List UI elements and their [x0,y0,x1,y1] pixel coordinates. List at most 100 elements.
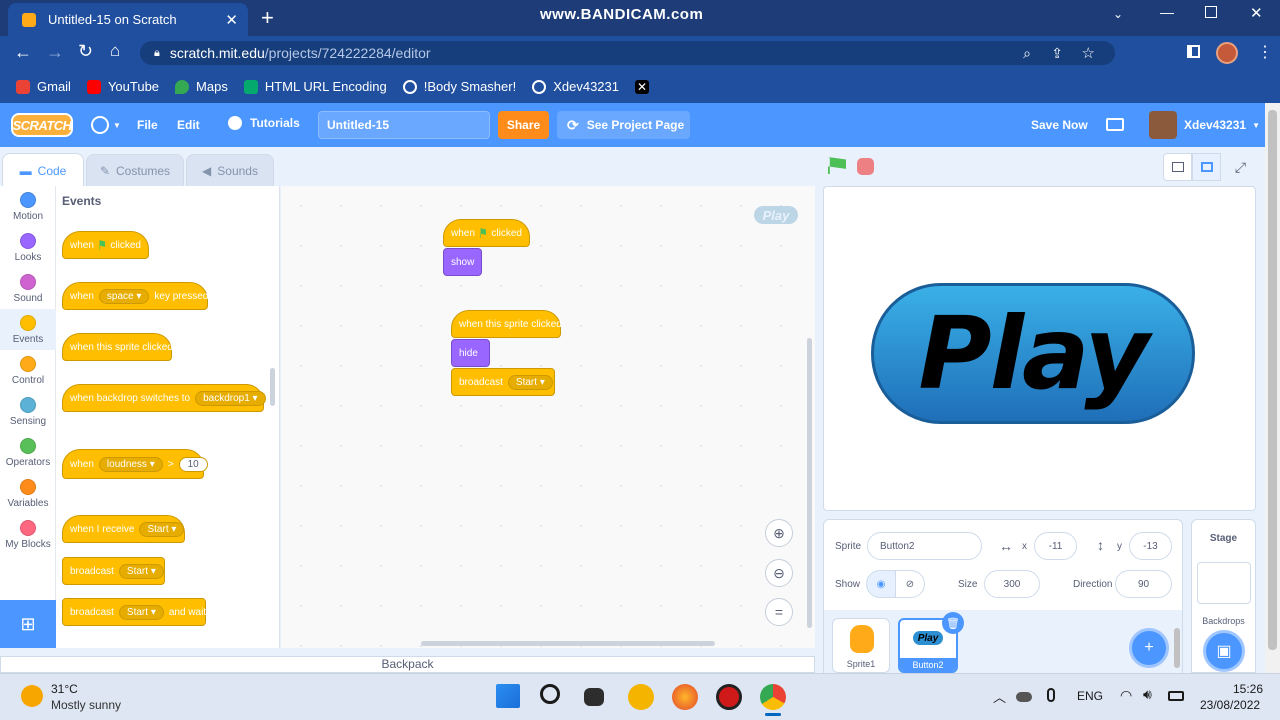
add-backdrop-button[interactable]: ▣ [1203,630,1245,672]
project-title-input[interactable]: Untitled-15 [318,111,490,139]
bookmark-body-smasher[interactable]: !Body Smasher! [402,79,516,94]
account-menu[interactable]: Xdev43231 ▼ [1184,118,1260,132]
tab-close-icon[interactable]: ✕ [225,11,238,29]
workspace-hscrollbar[interactable] [421,641,715,646]
clock-date[interactable]: 23/08/2022 [1200,698,1260,712]
my-stuff-folder-icon[interactable] [1106,118,1124,131]
firefox-icon[interactable] [672,684,698,710]
profile-avatar[interactable] [1216,42,1238,64]
task-view-icon[interactable] [584,688,604,706]
tray-chevron-icon[interactable]: ︿ [993,687,1006,706]
tab-code[interactable]: ▬ Code [2,153,84,187]
backdrop-dropdown[interactable]: backdrop1 ▾ [195,390,266,406]
pinned-app-icon[interactable] [628,684,654,710]
y-input[interactable]: -13 [1129,532,1172,560]
message-dropdown[interactable]: Start ▾ [118,563,164,579]
weather-sun-icon[interactable] [21,685,43,707]
key-dropdown[interactable]: space ▾ [98,288,150,304]
bookmark-gmail[interactable]: Gmail [16,79,71,94]
share-button[interactable]: Share [498,111,549,139]
stage-selector[interactable]: Stage Backdrops ▣ [1191,519,1256,673]
bookmark-xdev[interactable]: Xdev43231 [532,79,619,94]
microphone-icon[interactable] [1047,688,1055,702]
volume-icon[interactable]: 🔊︎ [1143,686,1152,703]
green-flag-button[interactable] [828,157,846,175]
category-control[interactable]: Control [0,350,56,391]
back-icon[interactable]: ← [14,42,32,63]
palette-block-broadcast[interactable]: broadcast Start ▾ [62,557,165,585]
zoom-in-button[interactable]: ⊕ [765,519,793,547]
palette-block-when-loudness[interactable]: when loudness ▾ >10 [62,449,208,479]
weather-temp[interactable]: 31°C [51,682,78,696]
forward-icon[interactable]: → [46,42,64,63]
backpack-bar[interactable]: Backpack [0,656,815,673]
sprite-name-input[interactable]: Button2 [867,532,982,560]
language-menu[interactable]: ▼ [91,116,121,134]
palette-block-when-backdrop-switches[interactable]: when backdrop switches to backdrop1 ▾ [62,384,266,412]
palette-block-broadcast-and-wait[interactable]: broadcast Start ▾ and wait [62,598,206,626]
reload-icon[interactable]: ↻ [78,41,93,62]
sidepanel-icon[interactable] [1187,45,1200,58]
window-close-icon[interactable]: ✕ [1250,4,1263,22]
share-page-icon[interactable]: ⇪ [1051,45,1063,62]
category-my-blocks[interactable]: My Blocks [0,514,56,555]
zoom-out-button[interactable]: ⊖ [765,559,793,587]
message-dropdown[interactable]: Start ▾ [507,374,553,390]
x-input[interactable]: -11 [1034,532,1077,560]
small-stage-button[interactable] [1163,153,1192,181]
category-operators[interactable]: Operators [0,432,56,473]
size-input[interactable]: 300 [984,570,1040,598]
category-sensing[interactable]: Sensing [0,391,56,432]
sensor-dropdown[interactable]: loudness ▾ [98,456,163,472]
category-variables[interactable]: Variables [0,473,56,514]
show-hidden-toggle[interactable]: ⊘ [895,570,925,598]
script-when-sprite-clicked[interactable]: when this sprite clicked [451,310,562,338]
tab-costumes[interactable]: ✎ Costumes [86,154,184,187]
minimize-icon[interactable]: — [1160,4,1174,20]
category-sound[interactable]: Sound [0,268,56,309]
bookmark-youtube[interactable]: YouTube [86,79,159,94]
file-menu[interactable]: File [137,118,158,132]
battery-icon[interactable] [1168,691,1184,701]
url-field[interactable]: 🔒︎ scratch.mit.edu/projects/724222284/ed… [140,41,1115,65]
message-dropdown[interactable]: Start ▾ [139,521,185,537]
edit-menu[interactable]: Edit [177,118,200,132]
play-button-sprite[interactable]: Play [871,283,1195,424]
add-extension-button[interactable]: ⊞ [0,600,56,648]
wifi-icon[interactable]: ◠ [1120,687,1132,704]
message-dropdown[interactable]: Start ▾ [118,604,164,620]
sprite-list-scrollbar[interactable] [1174,628,1180,668]
onedrive-icon[interactable] [1016,692,1032,702]
zoom-icon[interactable]: ⌕ [1023,45,1031,62]
script-workspace[interactable] [281,186,815,648]
clock-time[interactable]: 15:26 [1233,682,1263,696]
script-broadcast-block[interactable]: broadcast Start ▾ [451,368,555,396]
stop-button[interactable] [857,158,874,175]
palette-scrollbar[interactable] [270,368,275,406]
new-tab-icon[interactable]: + [261,5,274,31]
page-scrollbar-thumb[interactable] [1268,110,1277,650]
tutorials-button[interactable]: Tutorials [228,116,300,130]
bookmark-x[interactable]: ✕ [635,79,649,94]
fullscreen-button[interactable]: ⤢ [1226,153,1255,181]
bandicam-icon[interactable] [716,684,742,710]
chrome-icon[interactable] [760,684,786,710]
tab-search-icon[interactable]: ⌄ [1113,7,1123,21]
palette-block-when-flag-clicked[interactable]: when clicked [62,231,149,259]
bookmark-html-url-encoding[interactable]: HTML URL Encoding [243,79,387,94]
see-project-page-button[interactable]: ⟳ See Project Page [557,111,690,139]
delete-sprite-button[interactable]: 🗑︎ [942,612,964,634]
stage-canvas[interactable]: Play [823,186,1256,511]
show-visible-toggle[interactable]: ◉ [866,570,896,598]
sprite-tile-sprite1[interactable]: Sprite1 [832,618,890,673]
home-icon[interactable]: ⌂ [110,41,120,61]
category-motion[interactable]: Motion [0,186,56,227]
save-now-button[interactable]: Save Now [1031,118,1088,132]
restore-icon[interactable] [1205,6,1217,18]
direction-input[interactable]: 90 [1115,570,1172,598]
user-avatar[interactable] [1149,111,1177,139]
search-icon[interactable] [540,684,560,704]
script-show-block[interactable]: show [443,248,482,276]
threshold-input[interactable]: 10 [178,456,208,472]
add-sprite-button[interactable]: + [1129,628,1169,668]
